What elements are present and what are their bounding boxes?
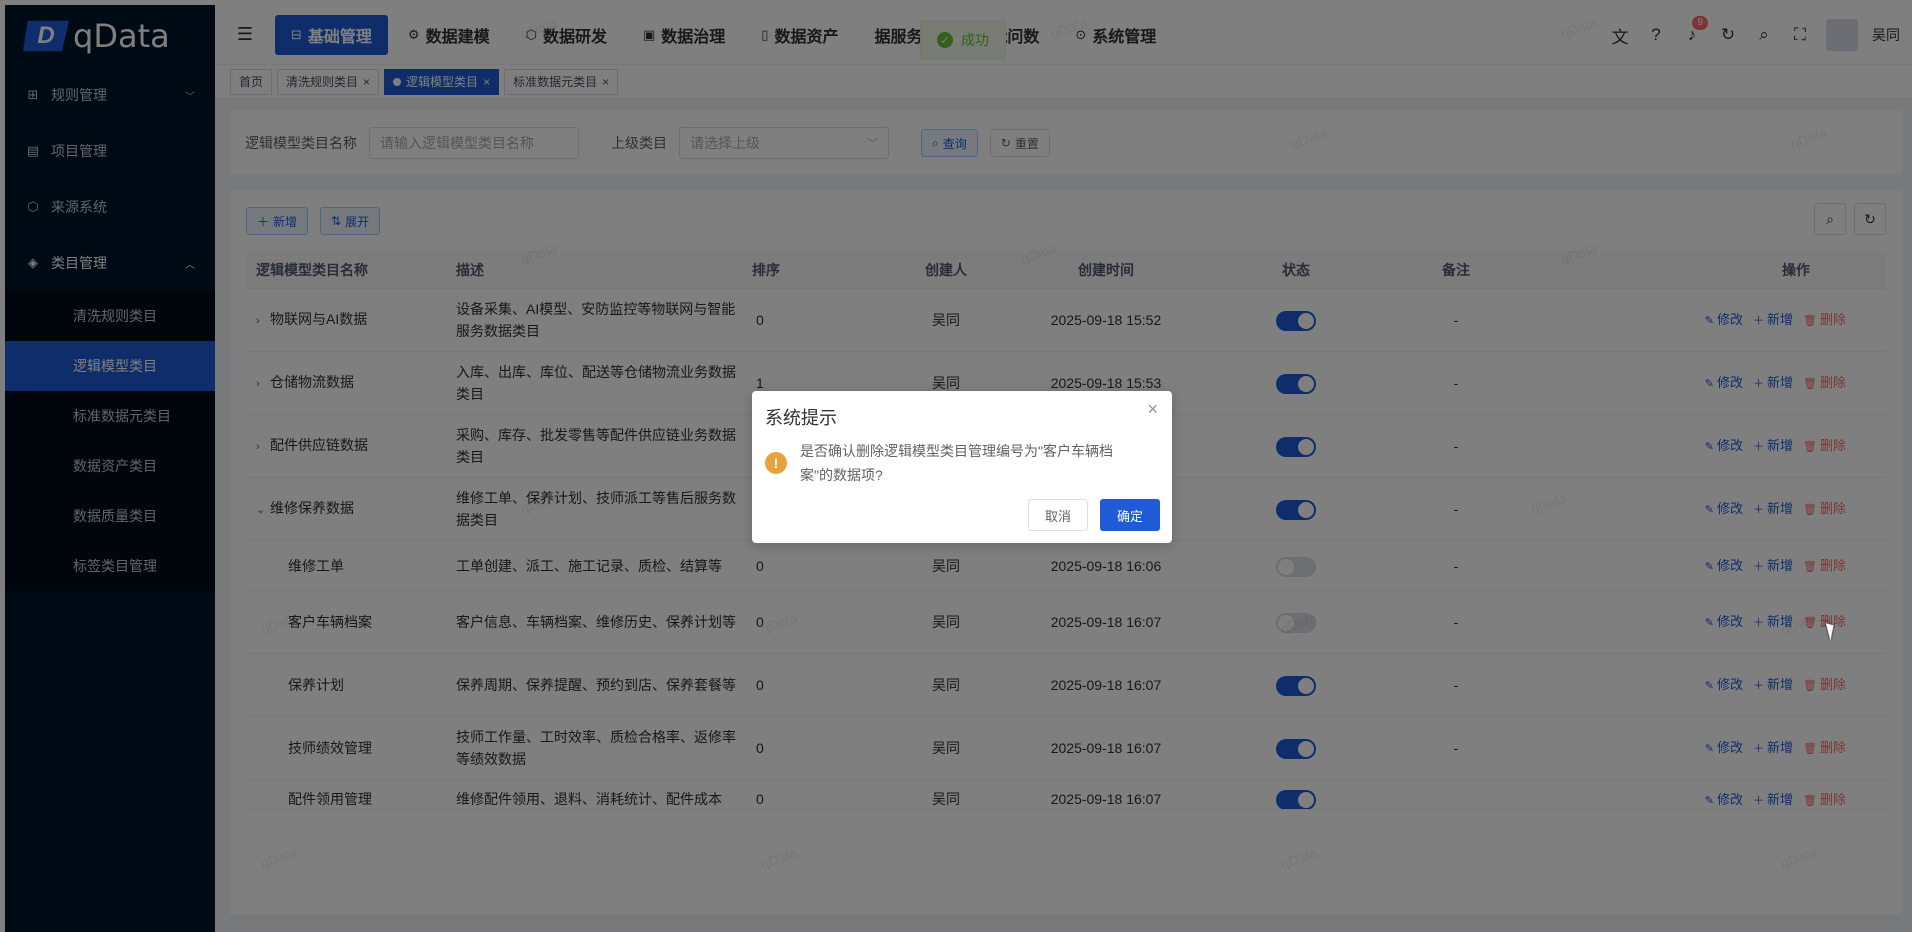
- dialog-message: 是否确认删除逻辑模型类目管理编号为"客户车辆档案"的数据项?: [800, 443, 1113, 483]
- close-icon[interactable]: ×: [1147, 399, 1158, 420]
- confirm-dialog: 系统提示 × ! 是否确认删除逻辑模型类目管理编号为"客户车辆档案"的数据项? …: [752, 391, 1172, 543]
- cancel-button[interactable]: 取消: [1028, 499, 1088, 531]
- dialog-title: 系统提示: [765, 408, 837, 428]
- warning-icon: !: [765, 452, 787, 474]
- confirm-button[interactable]: 确定: [1100, 499, 1160, 531]
